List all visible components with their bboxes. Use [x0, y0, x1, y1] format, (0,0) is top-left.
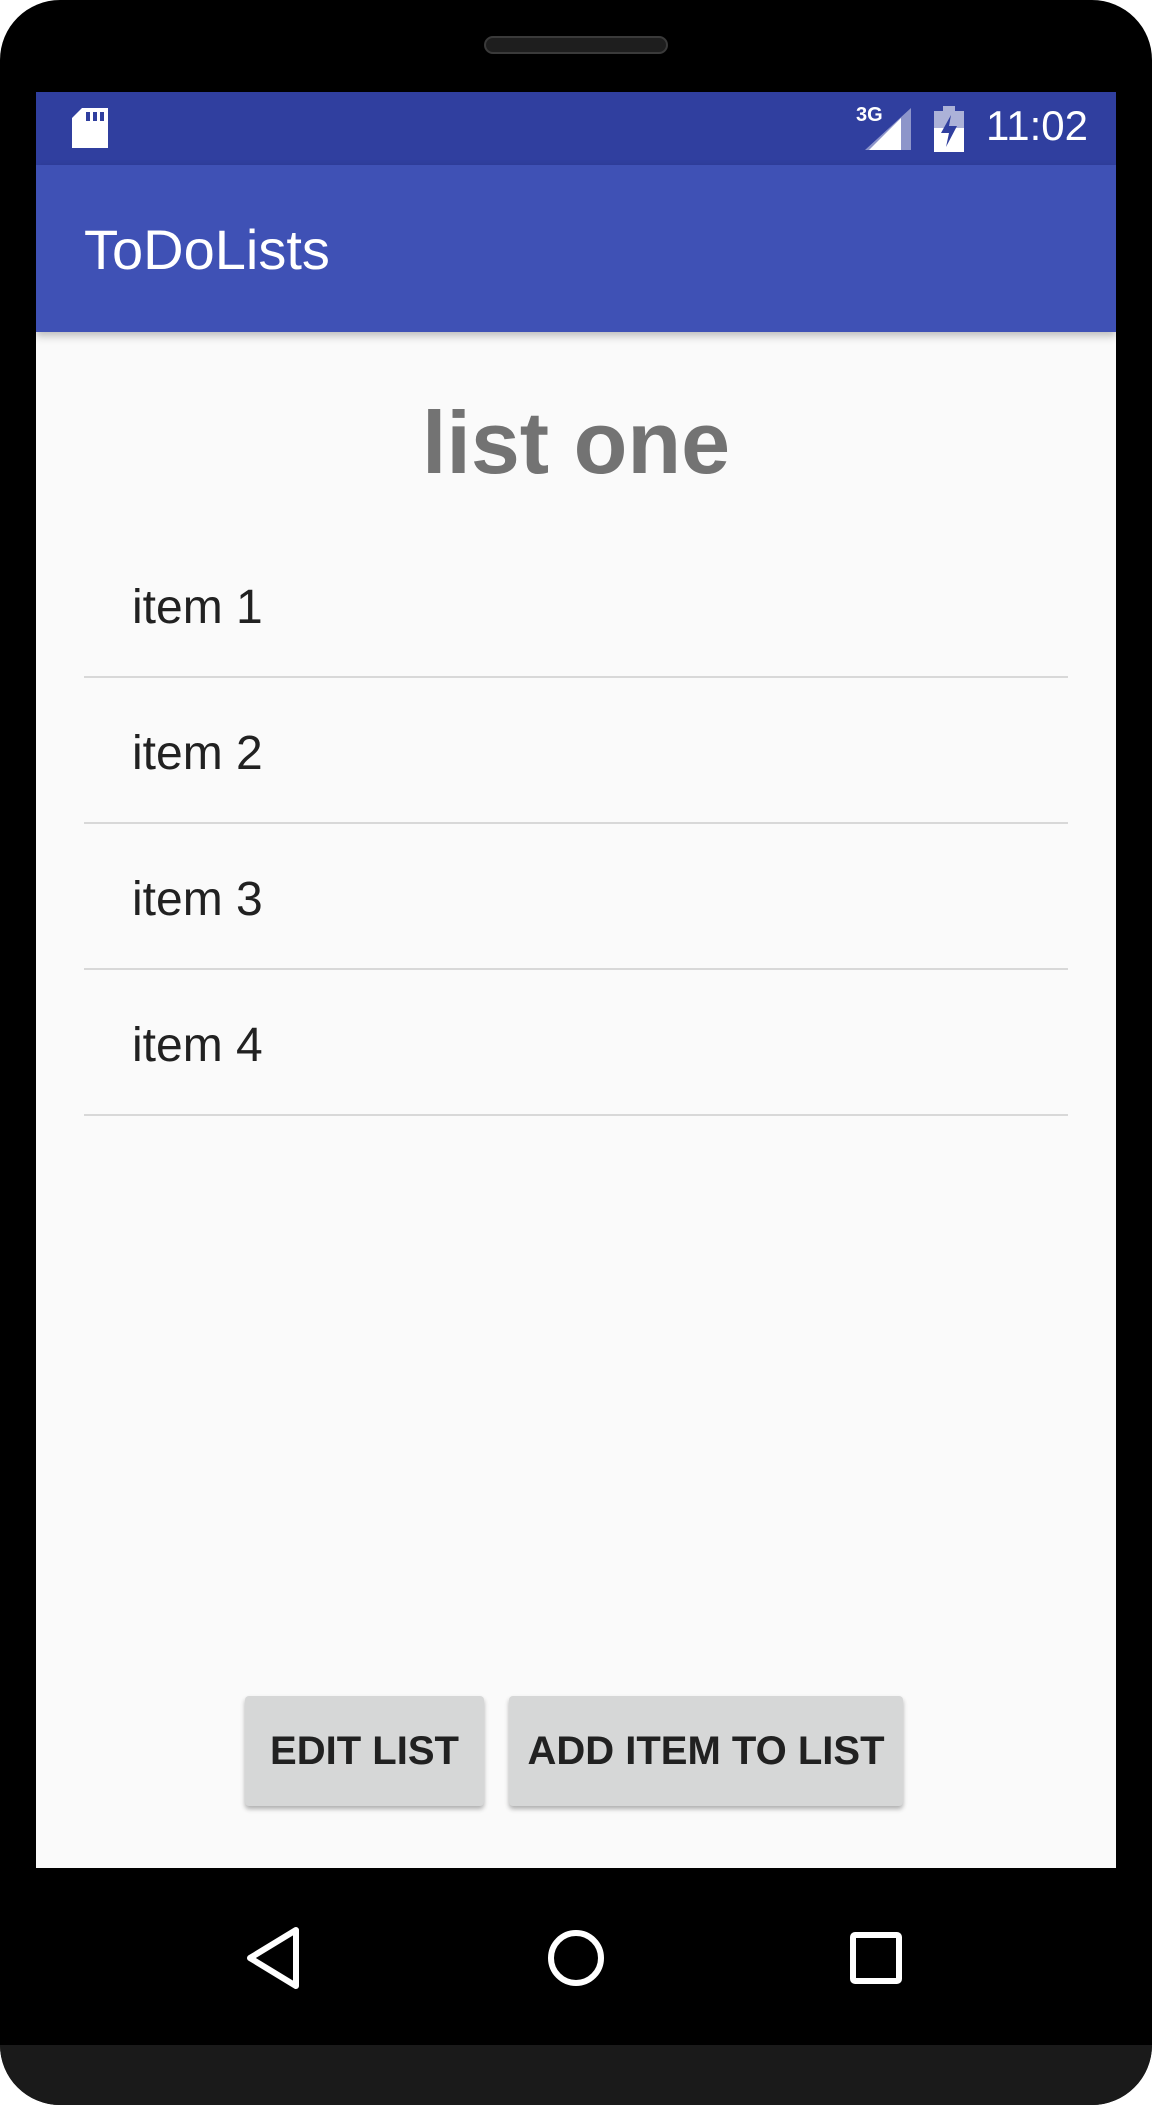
- signal-icon: [865, 108, 911, 150]
- screen: 3G 11:02 ToDoLists list one item 1 item …: [36, 92, 1116, 1868]
- sd-card-icon: [72, 108, 108, 148]
- status-bar: 3G 11:02: [36, 92, 1116, 165]
- list-title: list one: [421, 393, 731, 492]
- list-item[interactable]: item 2: [84, 678, 1068, 824]
- list-item[interactable]: item 3: [84, 824, 1068, 970]
- list-item[interactable]: item 4: [84, 970, 1068, 1116]
- list-item-label: item 3: [132, 873, 263, 926]
- edit-list-button[interactable]: EDIT LIST: [245, 1696, 484, 1806]
- app-bar: ToDoLists: [36, 165, 1116, 332]
- battery-charging-icon: [934, 106, 964, 152]
- list-item-label: item 4: [132, 1019, 263, 1072]
- status-clock: 11:02: [986, 102, 1088, 149]
- list-item-label: item 2: [132, 727, 263, 780]
- app-title: ToDoLists: [84, 218, 330, 281]
- list-item-label: item 1: [132, 581, 263, 634]
- recents-icon[interactable]: [836, 1918, 916, 1998]
- home-icon[interactable]: [536, 1918, 616, 1998]
- todo-list: item 1 item 2 item 3 item 4: [84, 532, 1068, 1116]
- earpiece-speaker: [484, 36, 668, 54]
- add-item-button[interactable]: ADD ITEM TO LIST: [509, 1696, 903, 1806]
- list-item[interactable]: item 1: [84, 532, 1068, 678]
- back-icon[interactable]: [234, 1918, 314, 1998]
- device-frame: 3G 11:02 ToDoLists list one item 1 item …: [0, 0, 1152, 2105]
- device-bottom-bezel: [0, 2045, 1152, 2105]
- navigation-bar: [36, 1868, 1116, 2045]
